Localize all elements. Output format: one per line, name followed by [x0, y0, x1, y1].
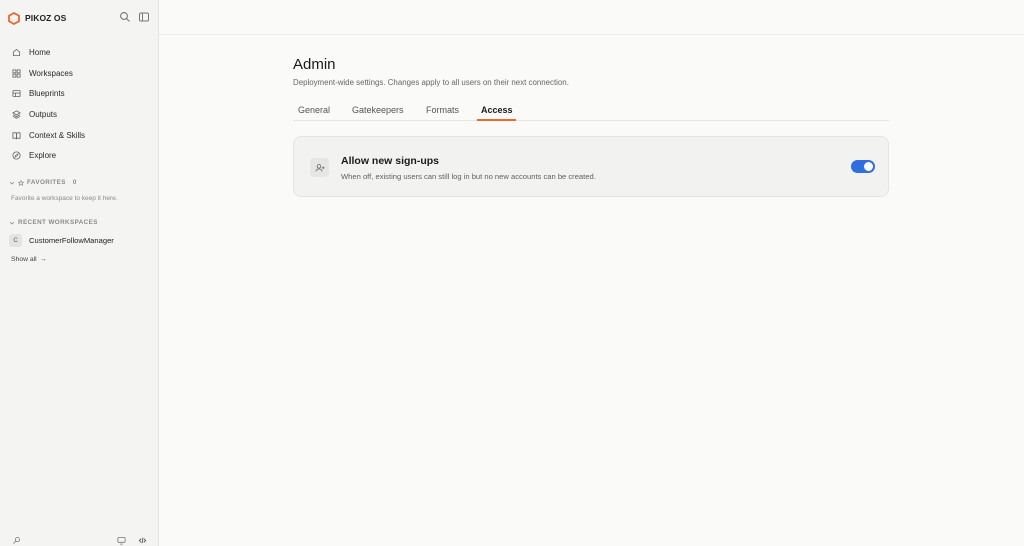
- sidebar-item-label: Workspaces: [29, 68, 73, 78]
- allow-signups-toggle[interactable]: [851, 160, 875, 173]
- recent-workspaces-label: RECENT WORKSPACES: [18, 219, 98, 226]
- tab-access[interactable]: Access: [481, 105, 513, 115]
- show-all-label: Show all: [11, 256, 37, 263]
- setting-icon-box: [310, 158, 329, 177]
- pin-icon[interactable]: [12, 536, 22, 546]
- brand[interactable]: PIKOZ OS: [8, 11, 66, 25]
- favorites-hint: Favorite a workspace to keep it here.: [11, 195, 118, 202]
- sidebar-item-blueprints[interactable]: Blueprints: [0, 83, 159, 104]
- recent-workspace-item[interactable]: C CustomerFollowManager: [9, 234, 114, 247]
- chevron-down-icon: [9, 181, 15, 185]
- sidebar-nav: Home Workspaces Blueprints Outputs Conte…: [0, 42, 159, 166]
- page-subtitle: Deployment-wide settings. Changes apply …: [293, 78, 569, 87]
- monitor-icon[interactable]: [117, 536, 127, 546]
- tab-formats[interactable]: Formats: [426, 105, 459, 115]
- top-bar: [159, 0, 1024, 35]
- book-icon: [12, 131, 21, 139]
- star-icon: [18, 179, 24, 186]
- favorites-label: FAVORITES: [27, 179, 66, 186]
- page-title: Admin: [293, 56, 336, 73]
- sidebar-item-context-skills[interactable]: Context & Skills: [0, 125, 159, 146]
- sidebar-item-label: Home: [29, 47, 51, 57]
- search-icon[interactable]: [119, 11, 131, 23]
- sidebar-item-outputs[interactable]: Outputs: [0, 104, 159, 125]
- tab-gatekeepers[interactable]: Gatekeepers: [352, 105, 404, 115]
- user-plus-icon: [315, 163, 324, 172]
- sidebar-item-home[interactable]: Home: [0, 42, 159, 63]
- code-icon[interactable]: [138, 536, 148, 546]
- hexagon-logo-icon: [8, 11, 20, 25]
- admin-tabs: General Gatekeepers Formats Access: [293, 100, 889, 121]
- setting-card: Allow new sign-ups When off, existing us…: [293, 136, 889, 197]
- setting-title: Allow new sign-ups: [341, 155, 440, 167]
- grid-icon: [12, 69, 21, 78]
- toggle-knob: [864, 162, 873, 171]
- active-tab-indicator: [477, 119, 516, 121]
- sidebar-toggle-icon[interactable]: [138, 11, 150, 23]
- sidebar-item-label: Blueprints: [29, 89, 65, 99]
- layers-icon: [12, 110, 21, 119]
- favorites-header[interactable]: FAVORITES 0: [9, 179, 77, 186]
- setting-description: When off, existing users can still log i…: [341, 172, 596, 181]
- app-name: PIKOZ OS: [25, 13, 67, 23]
- sidebar: PIKOZ OS Home Workspaces Blueprints Outp…: [0, 0, 159, 546]
- recent-workspaces-header[interactable]: RECENT WORKSPACES: [9, 219, 98, 226]
- sidebar-item-label: Context & Skills: [29, 130, 86, 140]
- chevron-down-icon: [9, 221, 15, 225]
- workspace-name: CustomerFollowManager: [29, 236, 114, 245]
- tab-general[interactable]: General: [298, 105, 330, 115]
- sidebar-item-label: Outputs: [29, 109, 58, 119]
- home-icon: [12, 48, 21, 56]
- sidebar-item-workspaces[interactable]: Workspaces: [0, 63, 159, 84]
- workspace-avatar: C: [9, 234, 22, 247]
- arrow-right-icon: →: [39, 256, 47, 263]
- sidebar-item-label: Explore: [29, 151, 57, 161]
- blueprint-icon: [12, 90, 21, 98]
- sidebar-item-explore[interactable]: Explore: [0, 145, 159, 166]
- compass-icon: [12, 151, 21, 160]
- show-all-link[interactable]: Show all →: [11, 256, 47, 263]
- favorites-count: 0: [72, 179, 77, 186]
